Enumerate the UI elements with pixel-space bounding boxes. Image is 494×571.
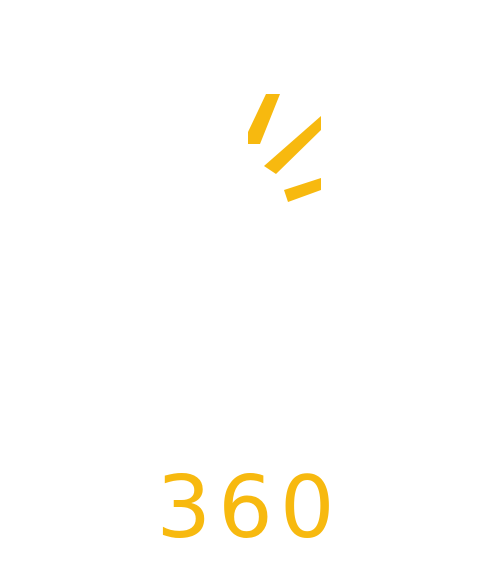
ray-middle <box>264 116 321 174</box>
sunburst-rays-icon <box>248 94 321 202</box>
ray-bottom <box>284 178 321 202</box>
ray-top <box>248 94 280 144</box>
page: 360 <box>0 0 494 571</box>
logo-wordmark: 360 <box>156 458 342 558</box>
logo: 360 <box>0 0 494 571</box>
